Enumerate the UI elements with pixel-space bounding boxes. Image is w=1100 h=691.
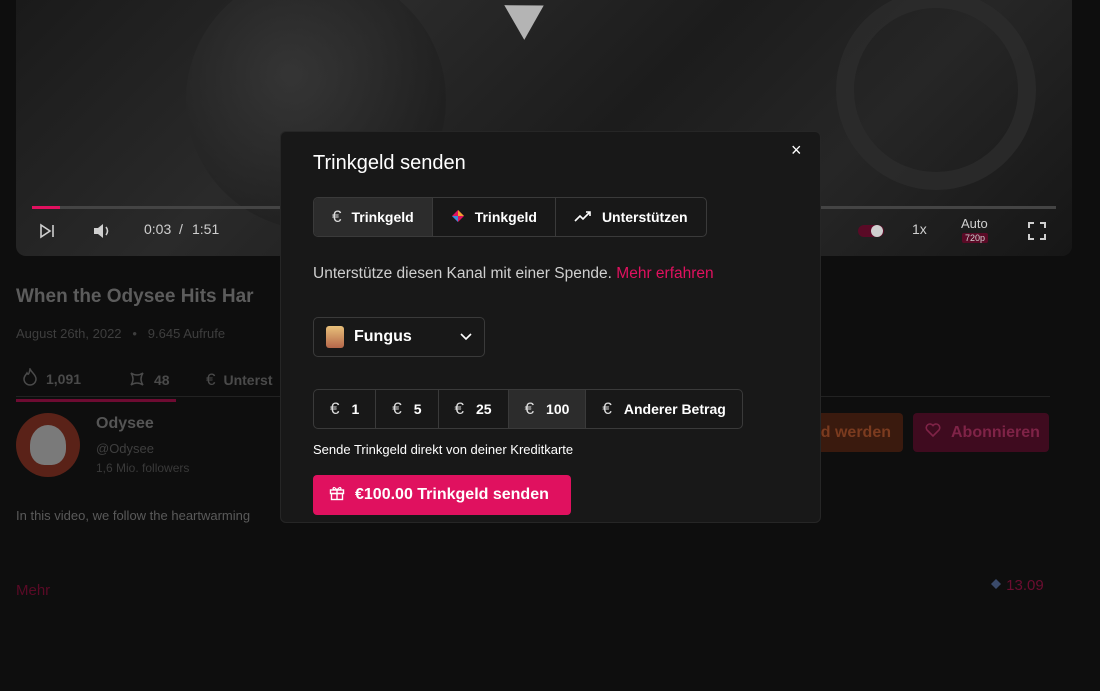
channel-avatar[interactable] xyxy=(16,413,80,477)
join-membership-label: d werden xyxy=(820,423,891,441)
fire-count: 1,091 xyxy=(46,370,82,387)
channel-name[interactable]: Odysee xyxy=(96,415,154,433)
euro-icon: € xyxy=(392,399,402,418)
euro-icon: € xyxy=(602,399,612,418)
channel-credits: 13.09 xyxy=(990,577,1044,594)
page-root: 0:03 / 1:51 1x Auto 720p When the Odysee… xyxy=(0,0,1100,691)
heart-icon xyxy=(925,423,941,442)
video-title: When the Odysee Hits Har xyxy=(16,286,254,307)
support-text-body: Unterstütze diesen Kanal mit einer Spend… xyxy=(313,265,612,282)
amount-value: 5 xyxy=(413,401,422,417)
video-views: 9.645 Aufrufe xyxy=(147,326,226,341)
video-date: August 26th, 2022 xyxy=(16,326,122,341)
amount-value: 25 xyxy=(476,401,492,417)
trending-up-icon xyxy=(574,209,592,225)
lbc-icon xyxy=(990,577,1006,594)
learn-more-link[interactable]: Mehr erfahren xyxy=(616,265,713,282)
tab-tip-lbc-label: Trinkgeld xyxy=(474,209,537,225)
subscribe-label: Abonnieren xyxy=(951,423,1040,441)
tab-tip-fiat[interactable]: € Trinkgeld xyxy=(314,198,433,236)
play-overlay-icon[interactable] xyxy=(504,0,554,40)
channel-followers: 1,6 Mio. followers xyxy=(96,461,190,475)
more-link[interactable]: Mehr xyxy=(16,582,50,599)
video-meta: August 26th, 2022 • 9.645 Aufrufe xyxy=(16,326,225,341)
support-text: Unterstütze diesen Kanal mit einer Spend… xyxy=(313,265,714,283)
close-icon[interactable]: × xyxy=(791,140,802,161)
video-duration: 1:51 xyxy=(192,221,220,237)
tab-boost[interactable]: Unterstützen xyxy=(556,198,706,236)
next-icon[interactable] xyxy=(38,222,56,243)
tip-amount-selector: € 1 € 5 € 25 € 100 € Anderer Betrag xyxy=(313,389,743,429)
tab-tip-lbc[interactable]: Trinkgeld xyxy=(433,198,556,236)
amount-option-5[interactable]: € 5 xyxy=(376,390,439,428)
amount-option-custom[interactable]: € Anderer Betrag xyxy=(586,390,741,428)
euro-icon: € xyxy=(524,399,535,418)
channel-select[interactable]: Fungus xyxy=(313,317,485,357)
support-action-label: Unterst xyxy=(223,372,273,388)
playback-speed[interactable]: 1x xyxy=(912,221,927,237)
video-description: In this video, we follow the heartwarmin… xyxy=(16,508,251,523)
slime-count: 48 xyxy=(154,372,170,388)
autoplay-toggle[interactable] xyxy=(858,224,886,241)
card-note: Sende Trinkgeld direkt von deiner Kredit… xyxy=(313,442,574,457)
modal-title: Trinkgeld senden xyxy=(313,152,466,174)
send-tip-button[interactable]: €100.00 Trinkgeld senden xyxy=(313,475,571,515)
quality-badge: 720p xyxy=(962,233,989,243)
gift-icon xyxy=(329,485,345,506)
euro-icon: € xyxy=(454,399,464,418)
amount-option-1[interactable]: € 1 xyxy=(314,390,377,428)
selected-channel: Fungus xyxy=(354,328,412,345)
video-current-time: 0:03 xyxy=(144,221,172,237)
lbc-icon xyxy=(451,209,465,226)
volume-icon[interactable] xyxy=(92,222,114,243)
amount-value: 100 xyxy=(546,401,570,417)
video-time-separator: / xyxy=(179,221,183,237)
channel-thumbnail xyxy=(326,326,344,348)
slime-icon xyxy=(128,370,146,391)
video-frame-shape xyxy=(836,0,1036,190)
quality-mode[interactable]: Auto xyxy=(961,216,988,231)
amount-value: 1 xyxy=(351,401,360,417)
video-progress-fill xyxy=(32,206,60,209)
tab-boost-label: Unterstützen xyxy=(601,209,688,225)
amount-value: Anderer Betrag xyxy=(623,401,726,417)
amount-option-25[interactable]: € 25 xyxy=(439,390,509,428)
subscribe-button[interactable]: Abonnieren xyxy=(913,413,1049,452)
chevron-down-icon xyxy=(460,328,472,346)
amount-option-100[interactable]: € 100 xyxy=(508,390,587,428)
meta-dot: • xyxy=(132,326,137,341)
euro-icon: € xyxy=(206,370,216,389)
euro-icon: € xyxy=(332,207,342,226)
euro-icon: € xyxy=(330,399,340,418)
fire-icon xyxy=(22,366,38,389)
fullscreen-icon[interactable] xyxy=(1027,221,1047,244)
send-tip-label: €100.00 Trinkgeld senden xyxy=(355,486,549,503)
credits-value: 13.09 xyxy=(1006,577,1044,594)
tab-tip-fiat-label: Trinkgeld xyxy=(351,209,414,225)
channel-handle[interactable]: @Odysee xyxy=(96,441,154,456)
tip-type-tabs: € Trinkgeld Trinkgeld Unterstützen xyxy=(313,197,707,237)
